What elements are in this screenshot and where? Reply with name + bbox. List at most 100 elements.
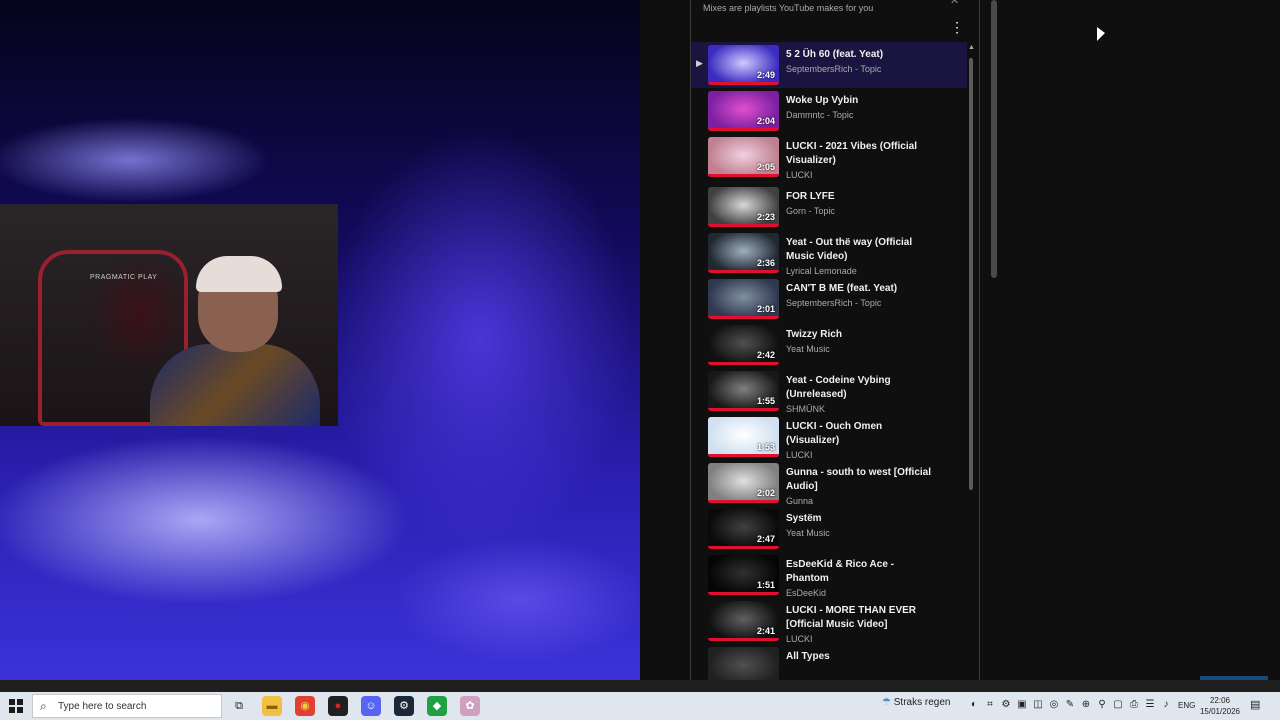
video-thumbnail[interactable]: 1:55	[708, 371, 779, 411]
watch-progress-bar	[708, 270, 779, 273]
playlist-subtitle: Mixes are playlists YouTube makes for yo…	[703, 3, 874, 13]
channel-name[interactable]: Gorn - Topic	[786, 206, 835, 216]
playlist-item[interactable]: 2:04 Woke Up Vybin Dammntc - Topic	[691, 88, 967, 134]
steam-icon[interactable]: ⚙	[394, 696, 414, 716]
chrome-icon[interactable]: ◉	[295, 696, 315, 716]
channel-name[interactable]: SHMÜNK	[786, 404, 825, 414]
video-title[interactable]: All Types	[786, 650, 936, 664]
video-thumbnail[interactable]: 2:41	[708, 601, 779, 641]
tray-icon[interactable]: ◐	[967, 698, 981, 712]
video-thumbnail[interactable]: 2:49	[708, 45, 779, 85]
playlist-item[interactable]: 2:42 Twizzy Rich Yeat Music	[691, 322, 967, 368]
clock[interactable]: 22:06 15/01/2026	[1198, 695, 1242, 717]
channel-name[interactable]: EsDeeKid	[786, 588, 826, 598]
video-title[interactable]: EsDeeKid & Rico Ace - Phantom	[786, 558, 936, 586]
playlist-item[interactable]: All Types	[691, 644, 967, 680]
video-thumbnail[interactable]: 2:23	[708, 187, 779, 227]
watch-progress-bar	[708, 546, 779, 549]
playlist-item[interactable]: 2:05 LUCKI - 2021 Vibes (Official Visuali…	[691, 134, 967, 180]
video-title[interactable]: Gunna - south to west [Official Audio]	[786, 466, 936, 494]
video-title[interactable]: Systëm	[786, 512, 936, 526]
video-duration: 1:53	[756, 442, 775, 452]
close-icon[interactable]: ✕	[950, 0, 964, 7]
clock-date: 15/01/2026	[1199, 707, 1241, 716]
tray-icon[interactable]: ⚲	[1095, 698, 1109, 712]
video-title[interactable]: FOR LYFE	[786, 190, 936, 204]
tray-icon[interactable]: ▣	[1015, 698, 1029, 712]
video-thumbnail[interactable]: 2:47	[708, 509, 779, 549]
app-red-icon[interactable]: ●	[328, 696, 348, 716]
playlist-item[interactable]: 1:53 LUCKI - Ouch Omen (Visualizer) LUCKI	[691, 414, 967, 460]
page-scrollbar[interactable]	[991, 0, 997, 278]
playlist-item[interactable]: 2:41 LUCKI - MORE THAN EVER [Official Mus…	[691, 598, 967, 644]
weather-widget[interactable]: ☂ Straks regen	[882, 697, 950, 708]
tray-icon[interactable]: ◎	[1047, 698, 1061, 712]
video-duration: 2:23	[756, 212, 775, 222]
channel-name[interactable]: SeptembersRich - Topic	[786, 298, 881, 308]
discord-icon[interactable]: ☺	[361, 696, 381, 716]
notification-icon[interactable]: ▤	[1250, 698, 1266, 712]
taskbar-search-input[interactable]: ⌕ Type here to search	[32, 694, 222, 718]
channel-name[interactable]: LUCKI	[786, 634, 813, 644]
video-title[interactable]: 5 2 Üh 60 (feat. Yeat)	[786, 48, 936, 62]
scroll-up-icon[interactable]: ▲	[968, 44, 975, 51]
file-explorer-icon[interactable]: ▬	[262, 696, 282, 716]
tray-icon[interactable]: ✎	[1063, 698, 1077, 712]
channel-name[interactable]: Yeat Music	[786, 528, 830, 538]
video-duration: 2:41	[756, 626, 775, 636]
tray-icon[interactable]: ◫	[1031, 698, 1045, 712]
tray-icon[interactable]: ⊕	[1079, 698, 1093, 712]
tray-icon[interactable]: ♪	[1159, 698, 1173, 712]
more-options-icon[interactable]: ⋮	[949, 18, 965, 36]
playlist-panel: Mixes are playlists YouTube makes for yo…	[690, 0, 980, 680]
video-title[interactable]: Woke Up Vybin	[786, 94, 936, 108]
video-title[interactable]: LUCKI - 2021 Vibes (Official Visualizer)	[786, 140, 936, 168]
video-title[interactable]: LUCKI - MORE THAN EVER [Official Music V…	[786, 604, 936, 632]
playlist-item[interactable]: 1:51 EsDeeKid & Rico Ace - Phantom EsDeeKi…	[691, 552, 967, 598]
playlist-item[interactable]: 2:23 FOR LYFE Gorn - Topic	[691, 184, 967, 230]
video-thumbnail[interactable]	[708, 647, 779, 680]
channel-name[interactable]: Dammntc - Topic	[786, 110, 853, 120]
playlist-item[interactable]: 2:36 Yeat - Out thë way (Official Music V…	[691, 230, 967, 276]
playlist-item[interactable]: 2:47 Systëm Yeat Music	[691, 506, 967, 552]
watch-progress-bar	[708, 454, 779, 457]
video-thumbnail[interactable]: 2:02	[708, 463, 779, 503]
video-thumbnail[interactable]: 2:04	[708, 91, 779, 131]
video-thumbnail[interactable]: 2:05	[708, 137, 779, 177]
channel-name[interactable]: Lyrical Lemonade	[786, 266, 857, 276]
app-pink-icon[interactable]: ✿	[460, 696, 480, 716]
task-view-icon[interactable]: ⧉	[229, 696, 249, 716]
tray-icon[interactable]: ☰	[1143, 698, 1157, 712]
video-title[interactable]: CAN'T B ME (feat. Yeat)	[786, 282, 936, 296]
playlist-item[interactable]: 1:55 Yeat - Codeine Vybing (Unreleased) SH…	[691, 368, 967, 414]
tray-icon[interactable]: ⌗	[983, 698, 997, 712]
tray-icon[interactable]: ⎙	[1127, 698, 1141, 712]
video-thumbnail[interactable]: 2:36	[708, 233, 779, 273]
channel-name[interactable]: LUCKI	[786, 450, 813, 460]
channel-name[interactable]: Gunna	[786, 496, 813, 506]
watch-progress-bar	[708, 128, 779, 131]
search-icon: ⌕	[40, 699, 47, 713]
video-title[interactable]: Yeat - Out thë way (Official Music Video…	[786, 236, 936, 264]
language-indicator[interactable]: ENG	[1178, 701, 1195, 710]
tray-icon[interactable]: ⚙	[999, 698, 1013, 712]
video-thumbnail[interactable]: 2:42	[708, 325, 779, 365]
tray-icon[interactable]: ▢	[1111, 698, 1125, 712]
video-duration: 2:49	[756, 70, 775, 80]
video-title[interactable]: Yeat - Codeine Vybing (Unreleased)	[786, 374, 936, 402]
video-thumbnail[interactable]: 1:53	[708, 417, 779, 457]
playlist-scrollbar[interactable]	[969, 58, 973, 490]
windows-start-icon[interactable]	[9, 699, 23, 713]
video-thumbnail[interactable]: 1:51	[708, 555, 779, 595]
app-green-icon[interactable]: ◆	[427, 696, 447, 716]
video-title[interactable]: Twizzy Rich	[786, 328, 936, 342]
playlist-item[interactable]: 2:01 CAN'T B ME (feat. Yeat) SeptembersRic…	[691, 276, 967, 322]
channel-name[interactable]: SeptembersRich - Topic	[786, 64, 881, 74]
channel-name[interactable]: LUCKI	[786, 170, 813, 180]
playlist-item[interactable]: 2:02 Gunna - south to west [Official Audi…	[691, 460, 967, 506]
playlist-item[interactable]: ▶ 2:49 5 2 Üh 60 (feat. Yeat) SeptembersRic…	[691, 42, 967, 88]
person-body	[150, 344, 320, 426]
video-thumbnail[interactable]: 2:01	[708, 279, 779, 319]
video-title[interactable]: LUCKI - Ouch Omen (Visualizer)	[786, 420, 936, 448]
channel-name[interactable]: Yeat Music	[786, 344, 830, 354]
